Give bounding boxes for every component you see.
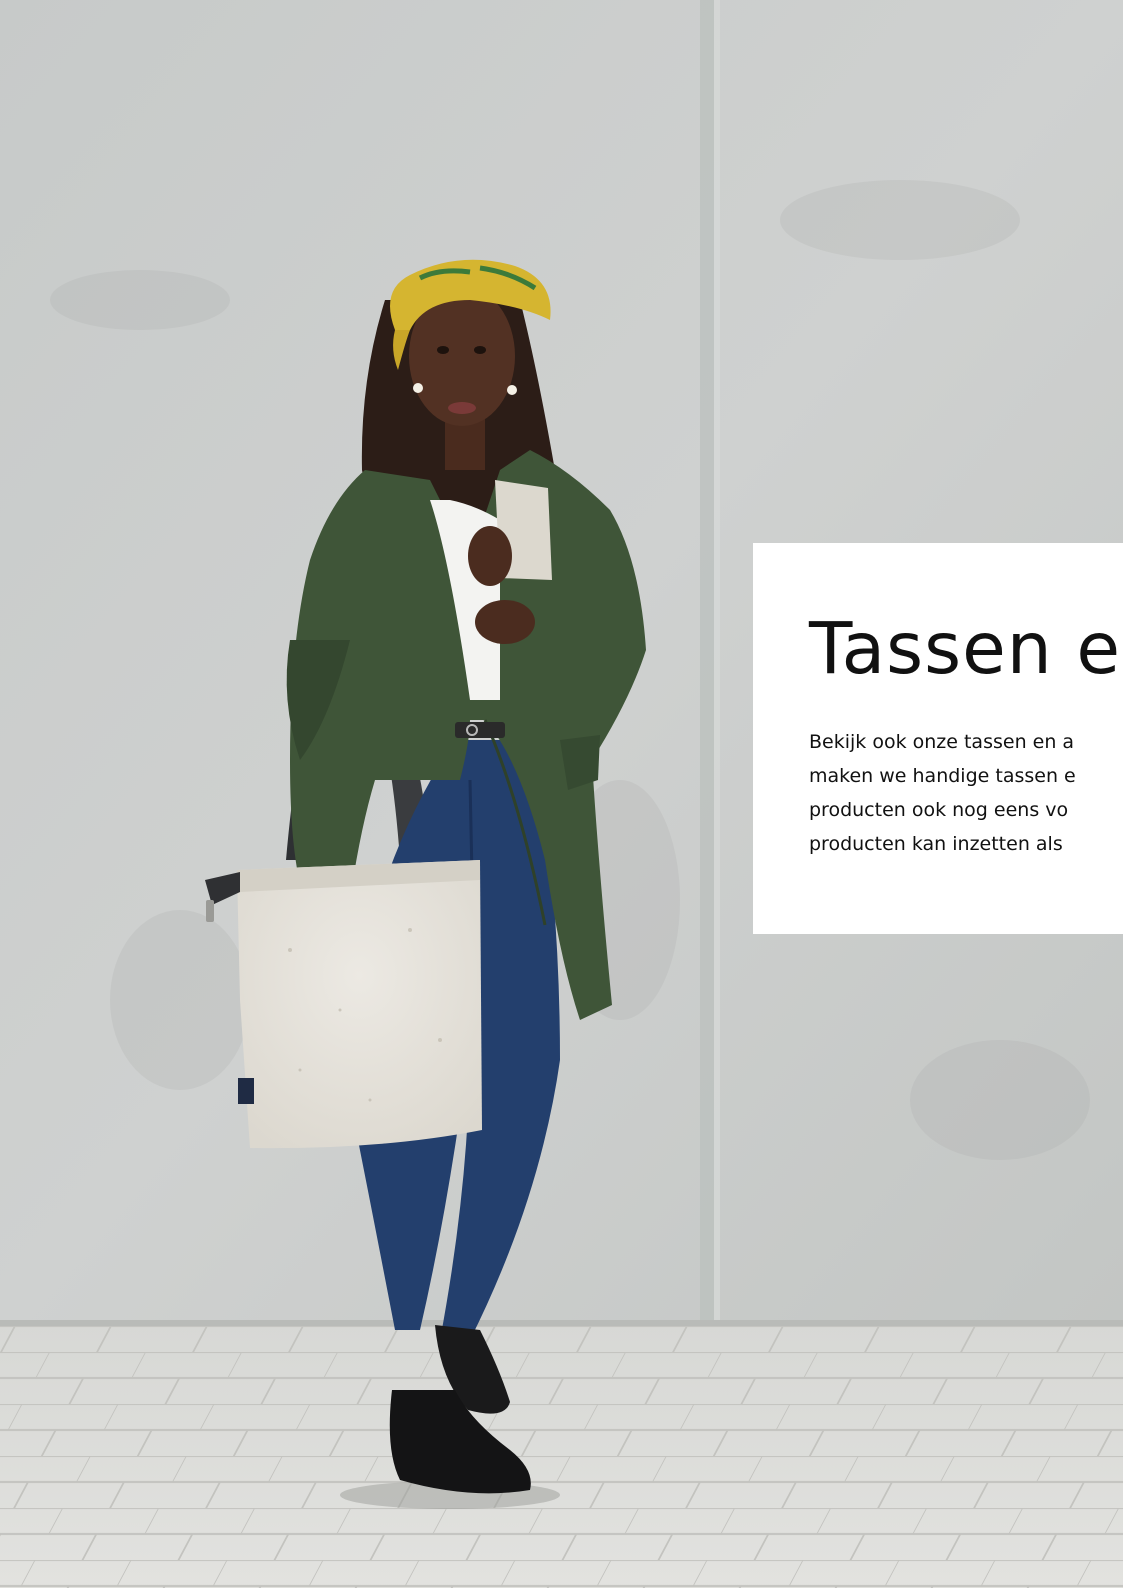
- wall-seam: [700, 0, 714, 1325]
- card-title: Tassen en: [809, 607, 1123, 690]
- card-body-line: producten kan inzetten als: [809, 833, 1063, 855]
- card-body-line: producten ook nog eens vo: [809, 799, 1069, 821]
- card-body: Bekijk ook onze tassen en a maken we han…: [809, 725, 1123, 861]
- felt-tote-bag: [237, 860, 482, 1149]
- card-body-line: maken we handige tassen e: [809, 765, 1076, 787]
- card-body-line: Bekijk ook onze tassen en a: [809, 731, 1075, 753]
- promo-card: Tassen en Bekijk ook onze tassen en a ma…: [753, 543, 1123, 934]
